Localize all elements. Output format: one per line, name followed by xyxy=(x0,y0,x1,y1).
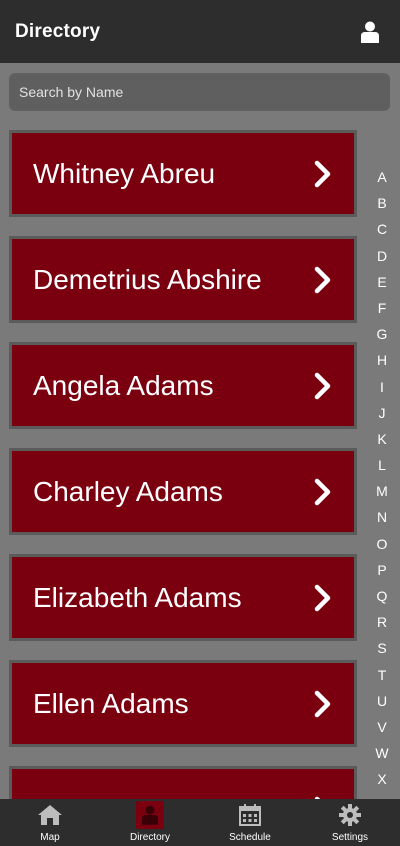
alphabet-letter[interactable]: R xyxy=(377,609,387,635)
chevron-right-icon xyxy=(314,372,331,399)
alphabet-letter[interactable]: V xyxy=(377,714,386,740)
alphabet-letter[interactable]: C xyxy=(377,216,387,242)
tab-label: Settings xyxy=(331,832,369,843)
list-item-body: Angela Adams xyxy=(12,345,354,426)
directory-list-item[interactable]: Charley Adams xyxy=(9,448,357,535)
person-icon xyxy=(136,801,164,829)
alphabet-letter[interactable]: L xyxy=(378,452,386,478)
gear-icon xyxy=(336,801,364,829)
profile-button[interactable] xyxy=(358,18,382,46)
alphabet-letter[interactable]: G xyxy=(377,321,388,347)
alphabet-letter[interactable]: I xyxy=(380,374,384,400)
list-item-body: Ellen Adams xyxy=(12,663,354,744)
directory-list: Whitney Abreu Demetrius Abshire Angela Ada… xyxy=(9,130,357,846)
tab-map[interactable]: Map xyxy=(0,799,100,846)
alphabet-letter[interactable]: U xyxy=(377,688,387,714)
directory-list-item[interactable]: Demetrius Abshire xyxy=(9,236,357,323)
person-name: Charley Adams xyxy=(33,475,223,507)
alphabet-letter[interactable]: B xyxy=(377,190,386,216)
person-icon xyxy=(361,21,379,43)
list-item-body: Elizabeth Adams xyxy=(12,557,354,638)
alphabet-letter[interactable]: P xyxy=(377,557,386,583)
alphabet-letter[interactable]: W xyxy=(375,740,388,766)
person-name: Ellen Adams xyxy=(33,687,189,719)
bottom-tab-bar: Map Directory Schedule Settings xyxy=(0,799,400,846)
chevron-right-icon xyxy=(314,478,331,505)
tab-label: Map xyxy=(40,832,60,843)
chevron-right-icon xyxy=(314,584,331,611)
list-item-body: Whitney Abreu xyxy=(12,133,354,214)
chevron-right-icon xyxy=(314,690,331,717)
alphabet-letter[interactable]: Q xyxy=(377,583,388,609)
search-bar xyxy=(9,73,390,111)
tab-directory[interactable]: Directory xyxy=(100,799,200,846)
directory-list-item[interactable]: Angela Adams xyxy=(9,342,357,429)
chevron-right-icon xyxy=(314,160,331,187)
alphabet-letter[interactable]: T xyxy=(378,662,387,688)
alphabet-letter[interactable]: E xyxy=(377,269,386,295)
person-name: Elizabeth Adams xyxy=(33,581,242,613)
alphabet-letter[interactable]: H xyxy=(377,347,387,373)
list-item-body: Demetrius Abshire xyxy=(12,239,354,320)
alphabet-letter[interactable]: K xyxy=(377,426,386,452)
search-input[interactable] xyxy=(19,73,390,111)
alphabet-index: ABCDEFGHIJKLMNOPQRSTUVWX xyxy=(368,164,396,793)
person-name: Demetrius Abshire xyxy=(33,263,262,295)
calendar-icon xyxy=(236,801,264,829)
directory-list-item[interactable]: Elizabeth Adams xyxy=(9,554,357,641)
alphabet-letter[interactable]: O xyxy=(377,531,388,557)
tab-label: Directory xyxy=(129,832,170,843)
app-header: Directory xyxy=(0,0,400,63)
alphabet-letter[interactable]: J xyxy=(379,400,386,426)
page-title: Directory xyxy=(15,20,101,42)
list-item-body: Charley Adams xyxy=(12,451,354,532)
person-name: Angela Adams xyxy=(33,369,214,401)
person-name: Whitney Abreu xyxy=(33,157,216,189)
alphabet-letter[interactable]: S xyxy=(377,635,386,661)
alphabet-letter[interactable]: X xyxy=(377,766,386,792)
directory-list-item[interactable]: Whitney Abreu xyxy=(9,130,357,217)
alphabet-letter[interactable]: M xyxy=(376,478,388,504)
tab-settings[interactable]: Settings xyxy=(300,799,400,846)
home-icon xyxy=(36,801,64,829)
directory-list-item[interactable]: Ellen Adams xyxy=(9,660,357,747)
alphabet-letter[interactable]: A xyxy=(377,164,386,190)
chevron-right-icon xyxy=(314,266,331,293)
alphabet-letter[interactable]: D xyxy=(377,243,387,269)
alphabet-letter[interactable]: F xyxy=(378,295,387,321)
alphabet-letter[interactable]: N xyxy=(377,504,387,530)
tab-label: Schedule xyxy=(229,832,271,843)
tab-schedule[interactable]: Schedule xyxy=(200,799,300,846)
